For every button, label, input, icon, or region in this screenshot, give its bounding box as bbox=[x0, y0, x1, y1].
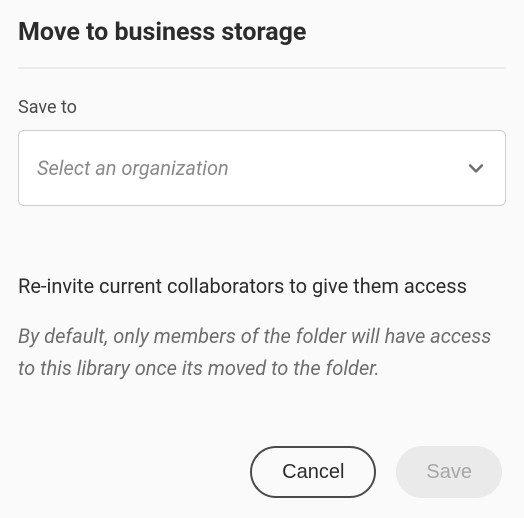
save-to-label: Save to bbox=[18, 97, 506, 118]
reinvite-description: By default, only members of the folder w… bbox=[18, 320, 506, 384]
dialog-title: Move to business storage bbox=[18, 18, 506, 47]
organization-select-placeholder: Select an organization bbox=[18, 130, 506, 206]
dialog-actions: Cancel Save bbox=[18, 446, 506, 498]
cancel-button[interactable]: Cancel bbox=[250, 446, 376, 498]
reinvite-heading: Re-invite current collaborators to give … bbox=[18, 274, 506, 298]
divider bbox=[18, 67, 506, 69]
save-button[interactable]: Save bbox=[396, 446, 502, 498]
organization-select[interactable]: Select an organization bbox=[18, 130, 506, 206]
